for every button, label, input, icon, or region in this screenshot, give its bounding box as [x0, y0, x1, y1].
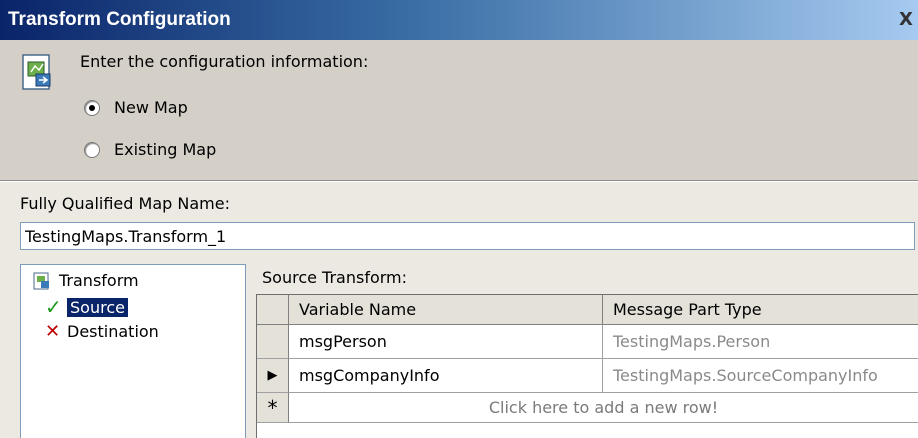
map-document-icon [22, 54, 51, 90]
variable-name-cell[interactable]: msgPerson [289, 325, 603, 359]
cross-icon: ✕ [45, 321, 61, 342]
config-prompt: Enter the configuration information: [80, 52, 369, 71]
transform-tree[interactable]: Transform ✓ Source ✕ Destination [20, 264, 246, 438]
variable-name-cell[interactable]: msgCompanyInfo [289, 359, 603, 393]
tree-item-destination-label: Destination [67, 322, 159, 341]
tree-item-source-label: Source [67, 297, 128, 317]
map-name-input[interactable] [20, 222, 915, 250]
grid-header-row: Variable Name Message Part Type [257, 295, 918, 325]
new-row[interactable]: * Click here to add a new row! [257, 393, 918, 423]
map-details-pane: Fully Qualified Map Name: Transform ✓ So… [0, 182, 918, 438]
tree-item-transform-label: Transform [59, 271, 139, 290]
map-name-label: Fully Qualified Map Name: [20, 194, 230, 213]
new-map-radio[interactable] [84, 99, 100, 116]
new-map-option[interactable]: New Map [84, 98, 188, 117]
add-new-row-button[interactable]: Click here to add a new row! [289, 393, 918, 423]
tree-item-transform[interactable]: Transform [33, 271, 139, 290]
table-row[interactable]: ▶ msgCompanyInfo TestingMaps.SourceCompa… [257, 359, 918, 393]
existing-map-radio[interactable] [84, 141, 100, 158]
existing-map-option[interactable]: Existing Map [84, 140, 216, 159]
check-icon: ✓ [45, 295, 62, 319]
new-map-label: New Map [114, 98, 188, 117]
close-icon: X [899, 8, 913, 30]
title-bar: Transform Configuration X [0, 0, 918, 40]
new-row-marker-icon: * [257, 393, 289, 423]
tree-item-destination[interactable]: ✕ Destination [45, 321, 159, 342]
column-header-variable-name[interactable]: Variable Name [289, 295, 603, 325]
column-header-message-part-type[interactable]: Message Part Type [603, 295, 918, 325]
window-title: Transform Configuration [8, 9, 231, 30]
source-transform-label: Source Transform: [262, 268, 408, 287]
configuration-pane: Enter the configuration information: New… [0, 40, 918, 180]
tree-item-source[interactable]: ✓ Source [45, 295, 128, 319]
table-row[interactable]: msgPerson TestingMaps.Person [257, 325, 918, 359]
source-transform-grid: Variable Name Message Part Type msgPerso… [256, 294, 918, 438]
current-row-indicator-icon[interactable]: ▶ [257, 359, 289, 393]
message-part-type-cell[interactable]: TestingMaps.Person [603, 325, 918, 359]
transform-icon [33, 272, 49, 289]
existing-map-label: Existing Map [114, 140, 217, 159]
grid-corner [257, 295, 289, 325]
close-button[interactable]: X [894, 6, 918, 32]
message-part-type-cell[interactable]: TestingMaps.SourceCompanyInfo [603, 359, 918, 393]
row-selector[interactable] [257, 325, 289, 359]
